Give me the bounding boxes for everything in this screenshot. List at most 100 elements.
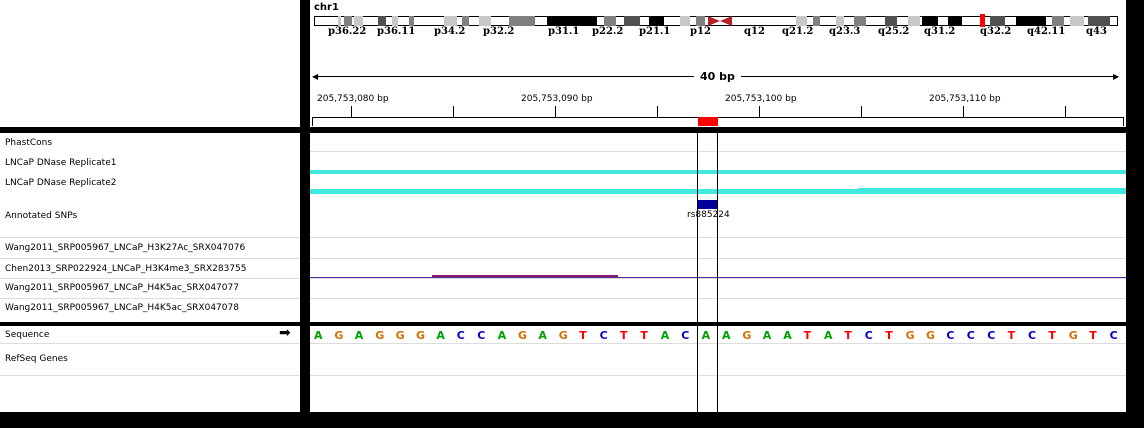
snp-feature[interactable] [698, 200, 718, 209]
track-name-refseq-genes[interactable]: RefSeq Genes [5, 354, 68, 364]
ideogram-band-label: p34.2 [434, 26, 466, 37]
header-panel: chr1 ◀ ▶ 40 bp p36.22 p36.11 p34.2 p32.2 p31… [310, 0, 1126, 127]
track-divider [0, 258, 300, 259]
ruler-right-cap [1123, 117, 1124, 126]
sequence-base: T [844, 329, 852, 342]
ideogram-band [509, 16, 535, 26]
ideogram-band-label: q25.2 [878, 26, 910, 37]
ideogram-band [338, 16, 341, 26]
sequence-base: T [640, 329, 648, 342]
sequence-base: G [1068, 329, 1078, 342]
ruler-right-arrow: ▶ [1113, 72, 1120, 81]
track-name-sequence[interactable]: Sequence [5, 330, 49, 340]
ideogram-band [854, 16, 866, 26]
ideogram-band [462, 16, 469, 26]
h3k4me3-signal-peak [432, 275, 618, 277]
sequence-base: A [762, 329, 772, 342]
sequence-base: A [538, 329, 547, 342]
track-name-dnase-rep1[interactable]: LNCaP DNase Replicate1 [5, 158, 116, 168]
ideogram-band-label: p31.1 [548, 26, 580, 37]
sequence-base: C [477, 329, 486, 342]
sequence-base: C [599, 329, 608, 342]
sequence-base: C [987, 329, 996, 342]
ideogram-band [479, 16, 491, 26]
sequence-base: G [334, 329, 344, 342]
sequence-base: C [456, 329, 465, 342]
track-name-h4k5ac-047078[interactable]: Wang2011_SRP005967_LNCaP_H4K5ac_SRX04707… [5, 303, 239, 313]
track-divider [0, 375, 300, 376]
ideogram-band-label: p36.22 [328, 26, 367, 37]
sequence-base: A [824, 329, 833, 342]
sequence-base: C [681, 329, 690, 342]
track-divider [310, 298, 1126, 299]
track-name-h4k5ac-047077[interactable]: Wang2011_SRP005967_LNCaP_H4K5ac_SRX04707… [5, 283, 239, 293]
ideogram-band [680, 16, 690, 26]
track-name-phastcons[interactable]: PhastCons [5, 138, 52, 148]
sequence-base: G [558, 329, 568, 342]
feature-track-names-panel: Sequence ➡ RefSeq Genes [0, 325, 300, 412]
ruler-major-tick [861, 106, 862, 117]
track-divider [310, 375, 1126, 376]
sequence-base: G [416, 329, 426, 342]
ideogram-band-label: p12 [690, 26, 711, 37]
ruler-left-cap [312, 117, 313, 126]
data-track-names-panel: PhastCons LNCaP DNase Replicate1 LNCaP D… [0, 133, 300, 322]
chromosome-name: chr1 [314, 2, 339, 13]
ideogram-band [604, 16, 616, 26]
track-name-h3k4me3[interactable]: Chen2013_SRP022924_LNCaP_H3K4me3_SRX2837… [5, 264, 247, 274]
ideogram-band [1088, 16, 1110, 26]
ideogram-band [796, 16, 807, 26]
ruler-coordinate-label: 205,753,090 bp [521, 94, 593, 104]
sequence-base: A [497, 329, 507, 342]
data-tracks-panel[interactable]: rs885224 [310, 133, 1126, 322]
ideogram-band [624, 16, 640, 26]
sequence-base: A [314, 329, 323, 342]
track-divider [310, 151, 1126, 152]
ruler-baseline [312, 117, 1124, 118]
sequence-base: C [864, 329, 873, 342]
ideogram-band [1070, 16, 1084, 26]
dnase-rep2-signal-high [858, 188, 1126, 194]
header-name-panel [0, 0, 300, 127]
ideogram-band [696, 16, 705, 26]
sequence-base: T [803, 329, 812, 342]
track-divider [0, 237, 300, 238]
centromere-marker-right [720, 16, 732, 26]
dnase-rep1-signal [310, 170, 1126, 174]
ideogram-band [908, 16, 920, 26]
selection-line-left [697, 133, 698, 412]
ideogram-band [392, 16, 398, 26]
track-divider [310, 258, 1126, 259]
ideogram-band [813, 16, 820, 26]
sequence-strand-arrow-icon[interactable]: ➡ [279, 325, 291, 341]
ideogram-band-label: p22.2 [592, 26, 624, 37]
ideogram-band-label: q23.3 [829, 26, 861, 37]
ideogram-band-label: q43 [1086, 26, 1107, 37]
track-name-dnase-rep2[interactable]: LNCaP DNase Replicate2 [5, 178, 116, 188]
ideogram-band [409, 16, 414, 26]
dnase-rep2-signal [310, 189, 858, 194]
track-divider [310, 237, 1126, 238]
ideogram-band [885, 16, 897, 26]
feature-tracks-panel[interactable] [310, 326, 1126, 412]
sequence-base: A [436, 329, 445, 342]
ruler-coordinate-label: 205,753,100 bp [725, 94, 797, 104]
ideogram-band-label: q32.2 [980, 26, 1012, 37]
sequence-base: G [518, 329, 528, 342]
track-divider [0, 298, 300, 299]
track-divider [0, 343, 300, 344]
ideogram-band-label: p21.1 [639, 26, 671, 37]
ruler-major-tick [453, 106, 454, 117]
ideogram-band-label: q12 [744, 26, 765, 37]
sequence-base: G [375, 329, 385, 342]
sequence-base: G [905, 329, 915, 342]
sequence-base: A [722, 329, 731, 342]
track-name-h3k27ac[interactable]: Wang2011_SRP005967_LNCaP_H3K27Ac_SRX0470… [5, 243, 245, 253]
ruler-width-label: 40 bp [694, 70, 741, 83]
track-name-annotated-snps[interactable]: Annotated SNPs [5, 211, 77, 221]
track-divider [0, 278, 300, 279]
ideogram-band [836, 16, 844, 26]
track-divider [310, 278, 1126, 279]
ideogram-band-label: q42.11 [1027, 26, 1066, 37]
sequence-base: G [395, 329, 405, 342]
